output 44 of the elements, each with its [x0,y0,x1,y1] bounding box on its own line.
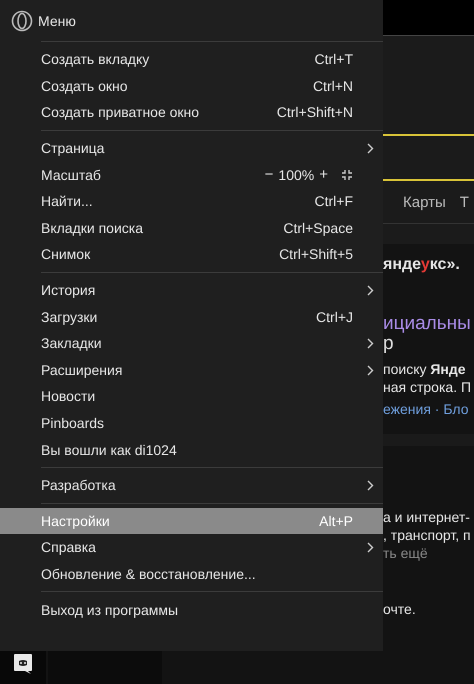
menu-item[interactable]: Выход из программы [0,596,383,623]
ring-logo-icon [11,10,33,32]
menu-item[interactable]: Загрузки Ctrl+J [0,303,383,330]
chevron-right-icon [367,338,374,349]
snippet-text: очте. [383,600,417,618]
page-tab[interactable]: Т [460,194,469,210]
zoom-out-button[interactable]: − [264,166,274,184]
menu-item[interactable]: Вкладки поиска Ctrl+Space [0,214,383,242]
result-title[interactable]: ициальны [383,314,474,334]
chevron-right-icon [367,364,374,376]
menu-item[interactable]: История [0,276,383,304]
menu-item[interactable]: Разработка [0,472,383,498]
snippet-text: ная строка. П [383,378,472,396]
page-tab[interactable]: Карты [403,194,446,210]
chevron-right-icon [367,542,374,554]
menu-item[interactable]: Создать окно Ctrl+N [0,72,383,100]
menu-title: Меню [38,12,76,28]
menu-item[interactable]: Вы вошли как di1024 [0,436,383,463]
result-title[interactable]: р [383,334,474,354]
menu-item[interactable]: Обновление & восстановление... [0,560,383,588]
menu-item[interactable]: Создать вкладку Ctrl+T [0,46,383,73]
snippet-text: а и интернет- [383,508,471,526]
snippet-text: , транспорт, п [383,526,472,544]
menu-item[interactable]: Создать приватное окно Ctrl+Shift+N [0,99,383,126]
menu-item[interactable]: Масштаб − 100% + [0,161,383,188]
menu-item[interactable]: Расширения [0,356,383,384]
chevron-right-icon [367,284,374,296]
zoom-value: 100% [278,166,314,183]
menu-item[interactable]: Справка [0,534,383,561]
chevron-right-icon [367,480,374,491]
chat-icon[interactable] [13,653,33,675]
menu-item[interactable]: Снимок Ctrl+Shift+5 [0,241,383,268]
snippet-text: поиску Янде [383,360,467,378]
menu-item[interactable]: Новости [0,383,383,410]
result-links[interactable]: ежения · Бло [383,400,474,418]
menu-item[interactable]: Найти... Ctrl+F [0,188,383,215]
result-heading: яндеукс». [383,256,461,274]
menu-item[interactable]: Pinboards [0,410,383,436]
zoom-in-button[interactable]: + [319,166,328,184]
menu-item[interactable]: Страница [0,134,383,162]
chevron-right-icon [367,142,374,154]
fullscreen-icon[interactable] [341,168,353,181]
show-more-link[interactable]: ть ещё [383,544,474,562]
menu-item[interactable]: Закладки [0,330,383,357]
